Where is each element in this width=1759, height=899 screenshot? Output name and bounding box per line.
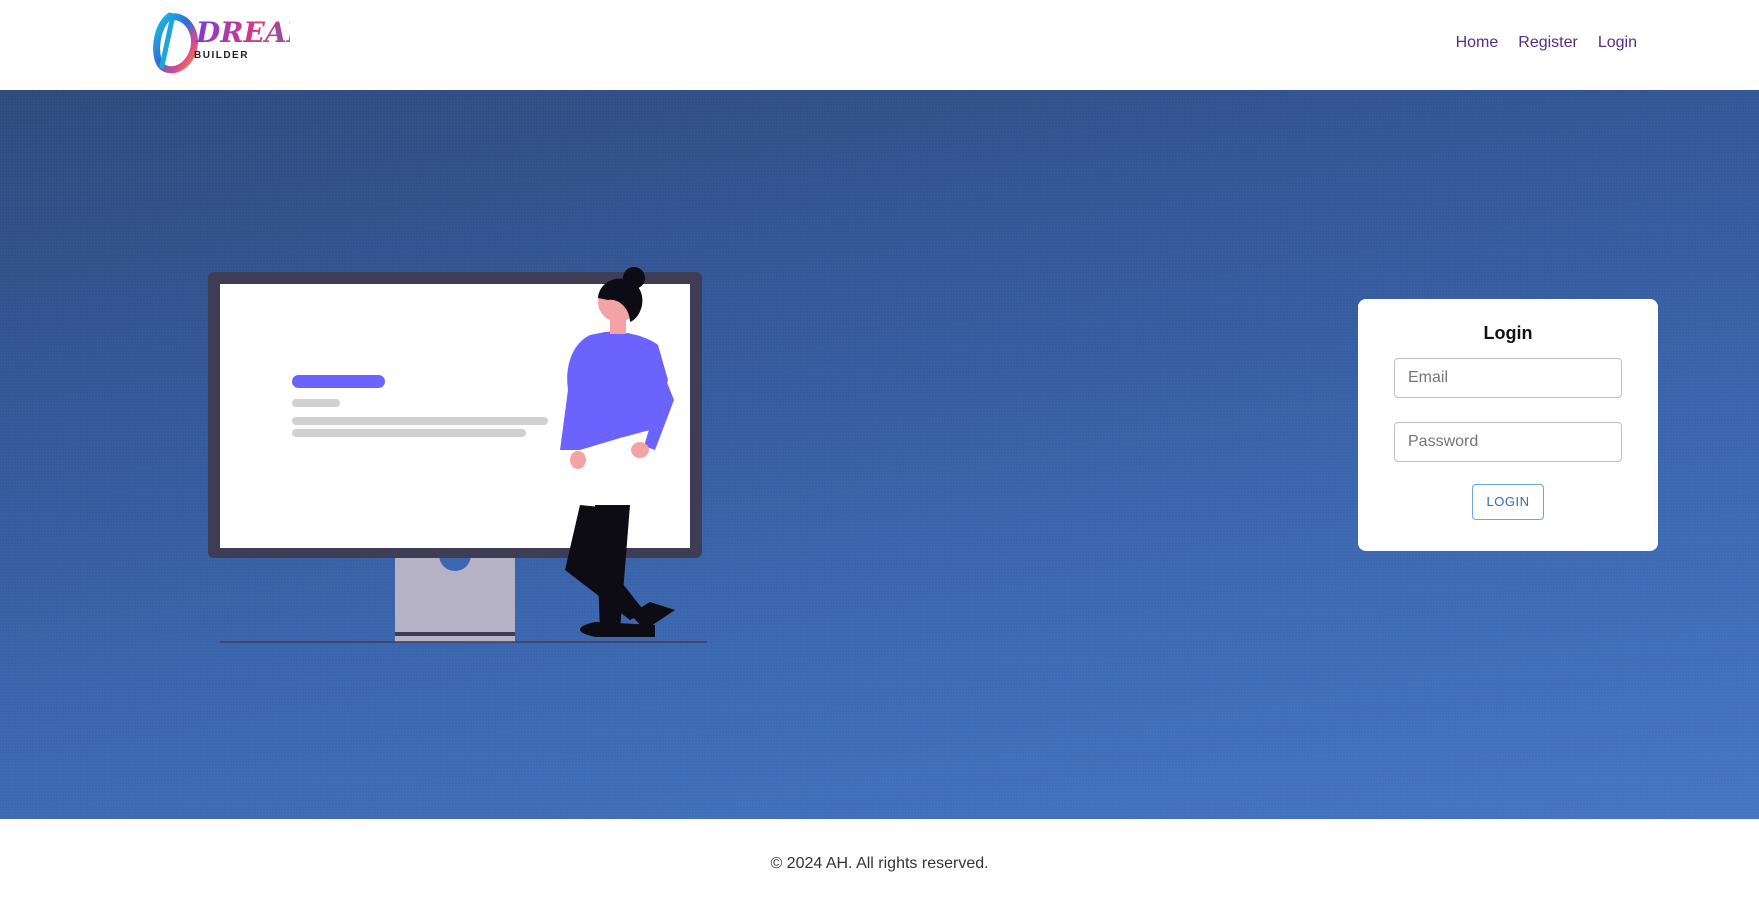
login-card-title: Login — [1483, 323, 1533, 343]
copyright-text: © 2024 AH. All rights reserved. — [770, 855, 989, 872]
login-card: Login LOGIN — [1358, 299, 1658, 551]
main-nav: Home Register Login — [1456, 34, 1637, 52]
nav-link-login[interactable]: Login — [1598, 34, 1637, 52]
nav-link-register[interactable]: Register — [1518, 34, 1578, 52]
site-header: DREAM BUILDER Home Register Login — [0, 0, 1759, 90]
hero-section: Login LOGIN — [0, 90, 1759, 819]
login-button[interactable]: LOGIN — [1471, 484, 1545, 520]
site-footer: © 2024 AH. All rights reserved. — [0, 819, 1759, 899]
brand-logo[interactable]: DREAM BUILDER — [150, 6, 319, 74]
logo-subtext: BUILDER — [194, 50, 249, 61]
email-input[interactable] — [1394, 358, 1622, 398]
password-input[interactable] — [1394, 422, 1622, 462]
svg-text:DREAM: DREAM — [195, 16, 290, 49]
person-at-monitor-illustration-icon — [208, 267, 707, 643]
nav-link-home[interactable]: Home — [1456, 34, 1499, 52]
dream-builder-logo-icon: DREAM BUILDER — [153, 12, 319, 74]
